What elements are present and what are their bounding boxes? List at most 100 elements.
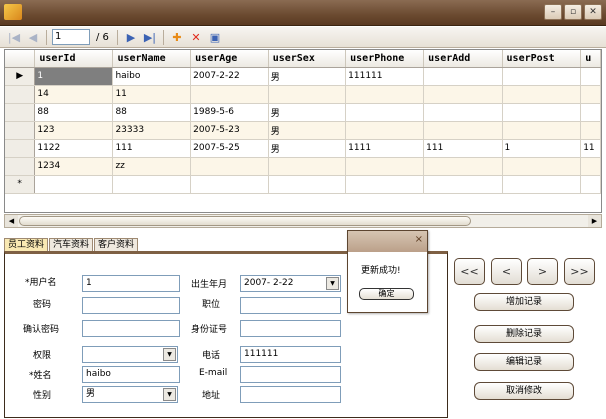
minimize-button[interactable]: –: [544, 4, 562, 20]
grid-cell[interactable]: 1234: [34, 157, 114, 176]
table-row[interactable]: 88 88 1989-5-6 男: [5, 103, 601, 122]
save-icon[interactable]: ▣: [207, 29, 223, 45]
grid-cell[interactable]: 1989-5-6: [190, 103, 269, 122]
tab-customer[interactable]: 客户资料: [94, 238, 139, 251]
grid-cell[interactable]: [268, 175, 347, 194]
scroll-right-icon[interactable]: ▶: [588, 215, 601, 227]
grid-cell[interactable]: [423, 175, 503, 194]
row-header[interactable]: [5, 139, 36, 158]
grid-cell[interactable]: 111: [423, 139, 503, 158]
grid-cell[interactable]: [502, 103, 582, 122]
address-field[interactable]: [240, 386, 341, 403]
row-header[interactable]: [5, 103, 36, 122]
row-header[interactable]: [5, 121, 36, 140]
table-row[interactable]: 1122 111 2007-5-25 男 1111 111 1 11: [5, 139, 601, 158]
column-header[interactable]: userName: [112, 50, 192, 68]
maximize-button[interactable]: ▫: [564, 4, 582, 20]
grid-cell[interactable]: 男: [268, 139, 347, 158]
calendar-dropdown-icon[interactable]: ▼: [326, 277, 339, 290]
grid-cell[interactable]: 2007-5-23: [190, 121, 269, 140]
grid-cell[interactable]: [190, 175, 269, 194]
move-last-icon[interactable]: ▶|: [142, 29, 158, 45]
grid-cell[interactable]: [580, 121, 601, 140]
grid-cell[interactable]: [580, 157, 601, 176]
grid-cell[interactable]: [268, 157, 347, 176]
grid-cell[interactable]: 14: [34, 85, 114, 104]
grid-cell[interactable]: [423, 85, 503, 104]
last-record-button[interactable]: >>: [564, 258, 595, 285]
confirm-password-field[interactable]: [82, 320, 180, 337]
grid-cell[interactable]: 2007-2-22: [190, 67, 269, 86]
row-header[interactable]: [5, 157, 36, 176]
grid-cell[interactable]: [423, 157, 503, 176]
grid-cell[interactable]: 111111: [345, 67, 425, 86]
column-header[interactable]: userAge: [190, 50, 269, 68]
position-field[interactable]: [240, 297, 341, 314]
chevron-down-icon[interactable]: ▼: [163, 348, 176, 361]
grid-cell[interactable]: zz: [112, 157, 192, 176]
grid-cell[interactable]: [580, 103, 601, 122]
delete-record-button[interactable]: 删除记录: [474, 325, 574, 343]
close-button[interactable]: ✕: [584, 4, 602, 20]
grid-cell[interactable]: 男: [268, 67, 347, 86]
add-record-button[interactable]: 增加记录: [474, 293, 574, 311]
grid-cell[interactable]: 11: [112, 85, 192, 104]
previous-record-button[interactable]: <: [491, 258, 522, 285]
next-record-button[interactable]: >: [527, 258, 558, 285]
table-row[interactable]: 14 11: [5, 85, 601, 104]
grid-cell[interactable]: [502, 85, 582, 104]
table-row[interactable]: 1234 zz: [5, 157, 601, 176]
grid-cell[interactable]: [580, 67, 601, 86]
grid-cell[interactable]: [423, 67, 503, 86]
grid-cell[interactable]: [502, 121, 582, 140]
grid-cell[interactable]: [580, 175, 601, 194]
scroll-left-icon[interactable]: ◀: [5, 215, 18, 227]
grid-cell[interactable]: [502, 67, 582, 86]
move-next-icon[interactable]: ▶: [123, 29, 139, 45]
column-header[interactable]: userPhone: [345, 50, 425, 68]
grid-cell[interactable]: 1122: [34, 139, 114, 158]
grid-cell[interactable]: 11: [580, 139, 601, 158]
grid-cell[interactable]: [580, 85, 601, 104]
grid-cell[interactable]: 1: [34, 67, 114, 86]
grid-cell[interactable]: [345, 175, 425, 194]
grid-cell[interactable]: 2007-5-25: [190, 139, 269, 158]
name-field[interactable]: haibo: [82, 366, 180, 383]
phone-field[interactable]: 111111: [240, 346, 341, 363]
grid-cell[interactable]: [345, 103, 425, 122]
password-field[interactable]: [82, 297, 180, 314]
column-header[interactable]: userSex: [268, 50, 347, 68]
grid-cell[interactable]: [268, 85, 347, 104]
scroll-thumb[interactable]: [19, 216, 471, 226]
dialog-close-icon[interactable]: ×: [415, 234, 423, 245]
horizontal-scrollbar[interactable]: ◀ ▶: [4, 214, 602, 228]
row-header[interactable]: [5, 85, 36, 104]
grid-cell[interactable]: 男: [268, 121, 347, 140]
birth-date-picker[interactable]: 2007- 2-22 ▼: [240, 275, 341, 292]
row-header[interactable]: ▶: [5, 67, 36, 86]
column-header[interactable]: userId: [34, 50, 114, 68]
move-previous-icon[interactable]: ◀: [25, 29, 41, 45]
edit-record-button[interactable]: 编辑记录: [474, 353, 574, 371]
grid-cell[interactable]: haibo: [112, 67, 192, 86]
table-row[interactable]: 123 23333 2007-5-23 男: [5, 121, 601, 140]
delete-icon[interactable]: ✕: [188, 29, 204, 45]
tab-employee[interactable]: 员工资料: [4, 238, 49, 251]
grid-cell[interactable]: [345, 121, 425, 140]
grid-cell[interactable]: 23333: [112, 121, 192, 140]
grid-cell[interactable]: 88: [112, 103, 192, 122]
grid-cell[interactable]: [502, 175, 582, 194]
table-row[interactable]: ▶ 1 haibo 2007-2-22 男 111111: [5, 67, 601, 86]
chevron-down-icon[interactable]: ▼: [163, 388, 176, 401]
column-header[interactable]: userAdd: [423, 50, 503, 68]
email-field[interactable]: [240, 366, 341, 383]
add-new-icon[interactable]: ✚: [169, 29, 185, 45]
grid-cell[interactable]: 88: [34, 103, 114, 122]
grid-cell[interactable]: [345, 85, 425, 104]
grid-cell[interactable]: [423, 121, 503, 140]
grid-cell[interactable]: 1111: [345, 139, 425, 158]
grid-cell[interactable]: [190, 85, 269, 104]
tab-car[interactable]: 汽车资料: [49, 238, 94, 251]
gender-combo[interactable]: 男 ▼: [82, 386, 178, 403]
cancel-edit-button[interactable]: 取消修改: [474, 382, 574, 400]
